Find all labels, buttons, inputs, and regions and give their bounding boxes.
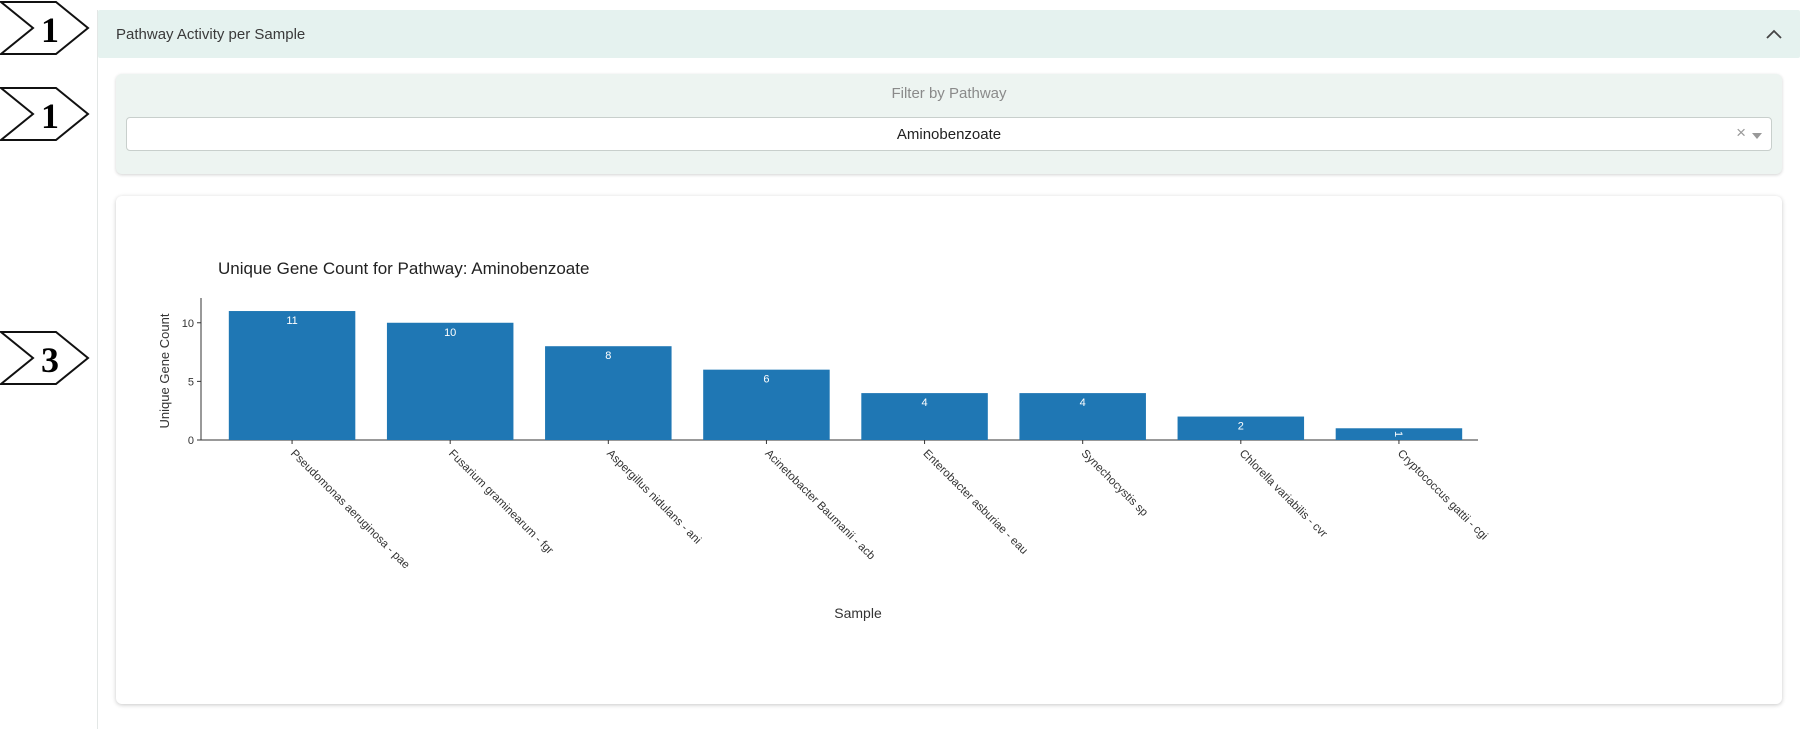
chart-card: Unique Gene Count for Pathway: Aminobenz… xyxy=(116,196,1782,704)
pathway-selected-value: Aminobenzoate xyxy=(896,126,1002,143)
plot-area: 0 5 10 11 Pseudomonas aeruginosa - pae 10 Fusa… xyxy=(182,298,1490,571)
bar-value-label: 6 xyxy=(763,374,769,386)
chart-title: Unique Gene Count for Pathway: Aminobenz… xyxy=(218,259,589,278)
step-marker-2: 1 xyxy=(0,86,104,146)
bar-chart: Unique Gene Count for Pathway: Aminobenz… xyxy=(157,259,1490,621)
bar-value-label: 1 xyxy=(1392,431,1404,437)
filter-card: Filter by Pathway Aminobenzoate × xyxy=(116,74,1782,174)
x-tick-label: Synechocystis sp xyxy=(1079,448,1150,519)
pathway-activity-panel: Pathway Activity per Sample Filter by Pa… xyxy=(97,10,1800,729)
x-tick-label: Chlorella variabilis - cvr xyxy=(1237,448,1330,541)
filter-label: Filter by Pathway xyxy=(891,85,1007,102)
x-tick-label: Enterobacter asburiae - eau xyxy=(920,448,1029,557)
pathway-dropdown[interactable]: Aminobenzoate × xyxy=(126,117,1772,151)
bar-value-label: 4 xyxy=(1080,397,1086,409)
step-marker-3: 3 xyxy=(0,330,104,390)
x-tick-label: Cryptococcus gattii - cgi xyxy=(1395,448,1490,543)
bar[interactable] xyxy=(228,311,356,440)
panel-title: Pathway Activity per Sample xyxy=(116,26,306,43)
bar[interactable] xyxy=(386,322,514,440)
x-tick-label: Pseudomonas aeruginosa - pae xyxy=(288,448,412,572)
x-tick-label: Aspergillus nidulans - ani xyxy=(604,448,703,547)
clear-icon[interactable]: × xyxy=(1736,123,1746,143)
y-tick-label: 5 xyxy=(188,376,194,388)
step-marker-1: 1 xyxy=(0,0,104,60)
x-tick-label: Acinetobacter Baumanii - acb xyxy=(762,448,877,563)
step-number: 1 xyxy=(41,96,59,136)
y-tick-label: 10 xyxy=(182,318,194,330)
caret-down-icon[interactable] xyxy=(1752,133,1762,139)
bar-value-label: 8 xyxy=(605,350,611,362)
step-number: 3 xyxy=(41,340,59,380)
x-axis-label: Sample xyxy=(834,605,882,621)
bar-value-label: 11 xyxy=(286,315,297,327)
bar-value-label: 2 xyxy=(1238,421,1244,433)
bar-value-label: 10 xyxy=(444,327,456,339)
panel-header[interactable]: Pathway Activity per Sample xyxy=(98,10,1800,58)
chevron-up-icon[interactable] xyxy=(1760,20,1788,48)
y-axis-label: Unique Gene Count xyxy=(157,313,172,428)
bar-value-label: 4 xyxy=(922,397,928,409)
y-tick-label: 0 xyxy=(188,435,194,447)
x-tick-label: Fusarium graminearum - fgr xyxy=(446,448,555,557)
step-number: 1 xyxy=(41,10,59,50)
